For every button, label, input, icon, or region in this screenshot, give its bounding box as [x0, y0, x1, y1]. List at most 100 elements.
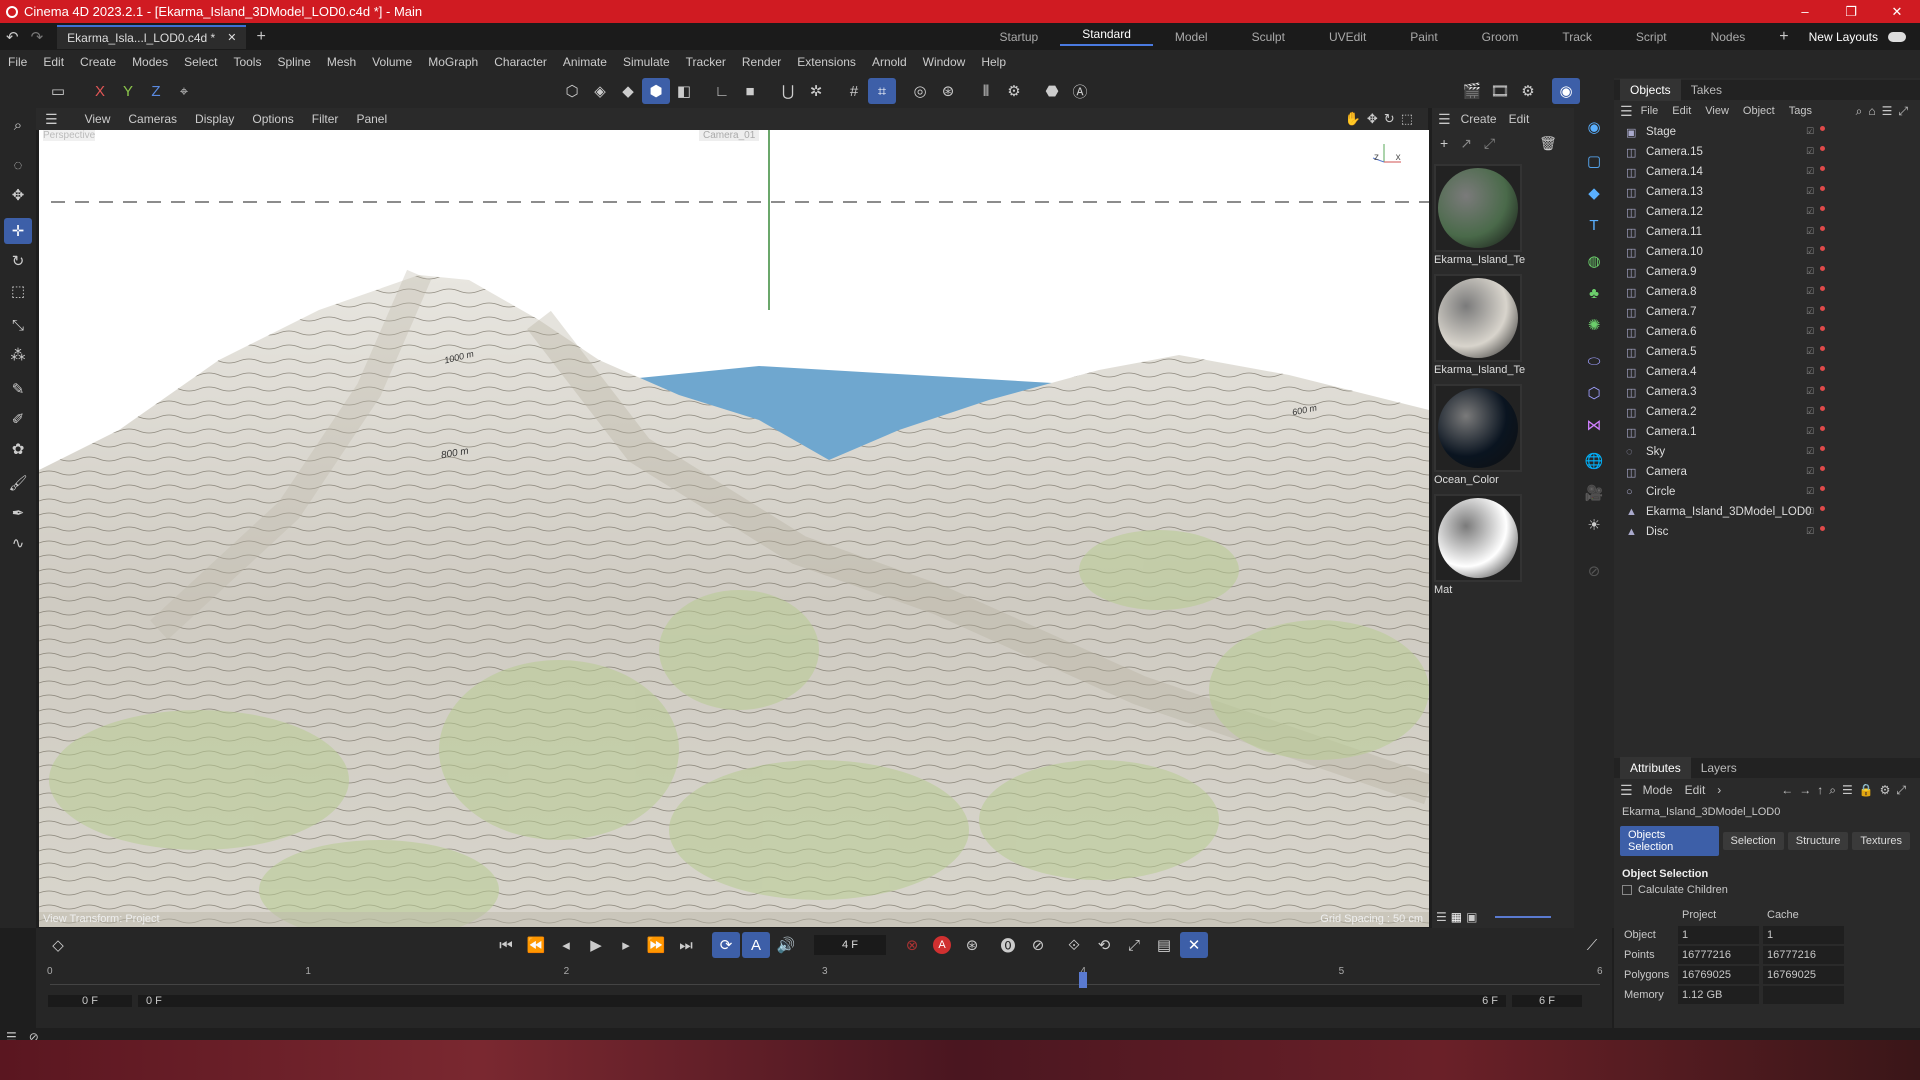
edit-check-icon[interactable]: ☑ [1806, 286, 1814, 297]
objects-menu-view[interactable]: View [1705, 105, 1729, 117]
viewport-menu-icon[interactable]: ☰ [36, 111, 67, 128]
camera-tool-icon[interactable]: 🎥 [1580, 480, 1608, 506]
material-swatch[interactable]: Ekarma_Island_Te [1434, 274, 1526, 376]
auto-key-mode-icon[interactable]: A [742, 932, 770, 958]
edit-material-icon[interactable]: ⤢ [1484, 135, 1495, 152]
visibility-dot[interactable] [1820, 426, 1826, 431]
edit-check-icon[interactable]: ☑ [1806, 186, 1814, 197]
menu-mograph[interactable]: MoGraph [420, 55, 486, 69]
point-tool-icon[interactable]: ⁂ [4, 342, 32, 368]
object-row[interactable]: ◫ Camera.4 ☑ [1614, 362, 1920, 382]
layout-tab-sculpt[interactable]: Sculpt [1230, 30, 1307, 44]
viewport-menu-filter[interactable]: Filter [303, 112, 348, 126]
menu-render[interactable]: Render [734, 55, 789, 69]
undo-stack-icon[interactable]: ▭ [44, 78, 72, 104]
visibility-dot[interactable] [1820, 166, 1826, 171]
edit-check-icon[interactable]: ☑ [1806, 266, 1814, 277]
layout-tab-nodes[interactable]: Nodes [1689, 30, 1768, 44]
object-row[interactable]: ◫ Camera.13 ☑ [1614, 182, 1920, 202]
layout-tab-track[interactable]: Track [1540, 30, 1614, 44]
object-row[interactable]: ◫ Camera.6 ☑ [1614, 322, 1920, 342]
visibility-dot[interactable] [1820, 226, 1826, 231]
menu-help[interactable]: Help [973, 55, 1014, 69]
close-tab-icon[interactable]: ✕ [227, 31, 236, 44]
motion-record-icon[interactable]: ⓿ [994, 932, 1022, 958]
current-frame-field[interactable]: 4 F [814, 935, 886, 955]
move-tool-icon[interactable]: ✛ [4, 218, 32, 244]
menu-window[interactable]: Window [915, 55, 974, 69]
object-row[interactable]: ◫ Camera.7 ☑ [1614, 302, 1920, 322]
layout-tab-startup[interactable]: Startup [977, 30, 1060, 44]
menu-arnold[interactable]: Arnold [864, 55, 915, 69]
coordinate-system-icon[interactable]: ⌖ [170, 78, 198, 104]
undo-icon[interactable]: ↶ [0, 28, 25, 46]
grid-view-icon[interactable]: ▦ [1451, 910, 1462, 924]
visibility-dot[interactable] [1820, 186, 1826, 191]
spline-pen-icon[interactable]: ✎ [4, 376, 32, 402]
scale-key-icon[interactable]: ⤢ [1120, 932, 1148, 958]
large-view-icon[interactable]: ▣ [1466, 910, 1477, 924]
layout-tab-groom[interactable]: Groom [1460, 30, 1541, 44]
object-row[interactable]: ▲ Ekarma_Island_3DModel_LOD0 ☑ [1614, 502, 1920, 522]
edit-check-icon[interactable]: ☑ [1806, 326, 1814, 337]
render-to-picture-viewer-icon[interactable]: 🎞 [1486, 78, 1514, 104]
object-row[interactable]: ◫ Camera.10 ☑ [1614, 242, 1920, 262]
model-mode-icon[interactable]: ⬢ [642, 78, 670, 104]
cloner-icon[interactable]: ♣ [1580, 280, 1608, 306]
attributes-nav-icons[interactable]: ←→↑⌕☰🔒⚙⤢ [1781, 783, 1912, 798]
close-icon[interactable]: ✕ [1874, 4, 1920, 20]
object-row[interactable]: ◌ Sky ☑ [1614, 442, 1920, 462]
viewport-camera-label[interactable]: Perspective [43, 130, 96, 141]
grid-icon[interactable]: # [840, 78, 868, 104]
attr-btn-textures[interactable]: Textures [1852, 832, 1910, 850]
edit-check-icon[interactable]: ☑ [1806, 206, 1814, 217]
link-material-icon[interactable]: ↗ [1460, 135, 1472, 152]
new-tab-icon[interactable]: + [246, 28, 275, 46]
arnold-icon[interactable]: Ⓐ [1066, 78, 1094, 104]
pla-key-icon[interactable]: ✕ [1180, 932, 1208, 958]
param-key-icon[interactable]: ▤ [1150, 932, 1178, 958]
texture-mode-icon[interactable]: ◧ [670, 78, 698, 104]
edit-check-icon[interactable]: ☑ [1806, 346, 1814, 357]
transform-tool-icon[interactable]: ⤡ [4, 312, 32, 338]
objects-menu-file[interactable]: File [1641, 105, 1659, 117]
menu-create[interactable]: Create [72, 55, 124, 69]
loop-icon[interactable]: ⟳ [712, 932, 740, 958]
menu-animate[interactable]: Animate [555, 55, 615, 69]
plane-icon[interactable]: ▢ [1580, 148, 1608, 174]
knife-tool-icon[interactable]: ✒ [4, 500, 32, 526]
edit-check-icon[interactable]: ☑ [1806, 526, 1814, 537]
material-menu-create[interactable]: Create [1461, 112, 1497, 126]
edit-check-icon[interactable]: ☑ [1806, 506, 1814, 517]
visibility-dot[interactable] [1820, 406, 1826, 411]
object-row[interactable]: ◫ Camera.8 ☑ [1614, 282, 1920, 302]
visibility-dot[interactable] [1820, 366, 1826, 371]
keyframe-icon[interactable]: ◇ [44, 932, 72, 958]
object-row[interactable]: ◫ Camera.15 ☑ [1614, 142, 1920, 162]
visibility-dot[interactable] [1820, 126, 1826, 131]
edit-check-icon[interactable]: ☑ [1806, 226, 1814, 237]
chevron-right-icon[interactable]: › [1717, 783, 1721, 797]
edit-check-icon[interactable]: ☑ [1806, 406, 1814, 417]
material-menu-icon[interactable]: ☰ [1438, 111, 1451, 128]
prev-key-icon[interactable]: ⏪ [522, 932, 550, 958]
menu-modes[interactable]: Modes [124, 55, 176, 69]
render-view-icon[interactable]: ◎ [906, 78, 934, 104]
material-swatch[interactable]: Ekarma_Island_Te [1434, 164, 1526, 266]
environment-icon[interactable]: 🌐 [1580, 448, 1608, 474]
edit-check-icon[interactable]: ☑ [1806, 146, 1814, 157]
gear-icon[interactable]: ⚙ [1000, 78, 1028, 104]
disabled-tool-icon[interactable]: ⊘ [1580, 558, 1608, 584]
visibility-dot[interactable] [1820, 446, 1826, 451]
text-icon[interactable]: T [1580, 212, 1608, 238]
go-to-end-icon[interactable]: ⏭ [672, 932, 700, 958]
maximize-icon[interactable]: ❐ [1828, 4, 1874, 20]
3d-viewport[interactable]: Perspective Camera_01 z x 1000 m 800 m 6… [39, 130, 1429, 927]
layout-toggle[interactable] [1888, 31, 1906, 42]
snap-magnet-icon[interactable]: ⋃ [774, 78, 802, 104]
go-to-start-icon[interactable]: ⏮ [492, 932, 520, 958]
symmetry-icon[interactable]: ⫴ [972, 78, 1000, 104]
attr-btn-selection[interactable]: Selection [1722, 832, 1784, 850]
lock-view-icon[interactable]: ⬣ [1038, 78, 1066, 104]
tab-attributes[interactable]: Attributes [1620, 757, 1691, 779]
